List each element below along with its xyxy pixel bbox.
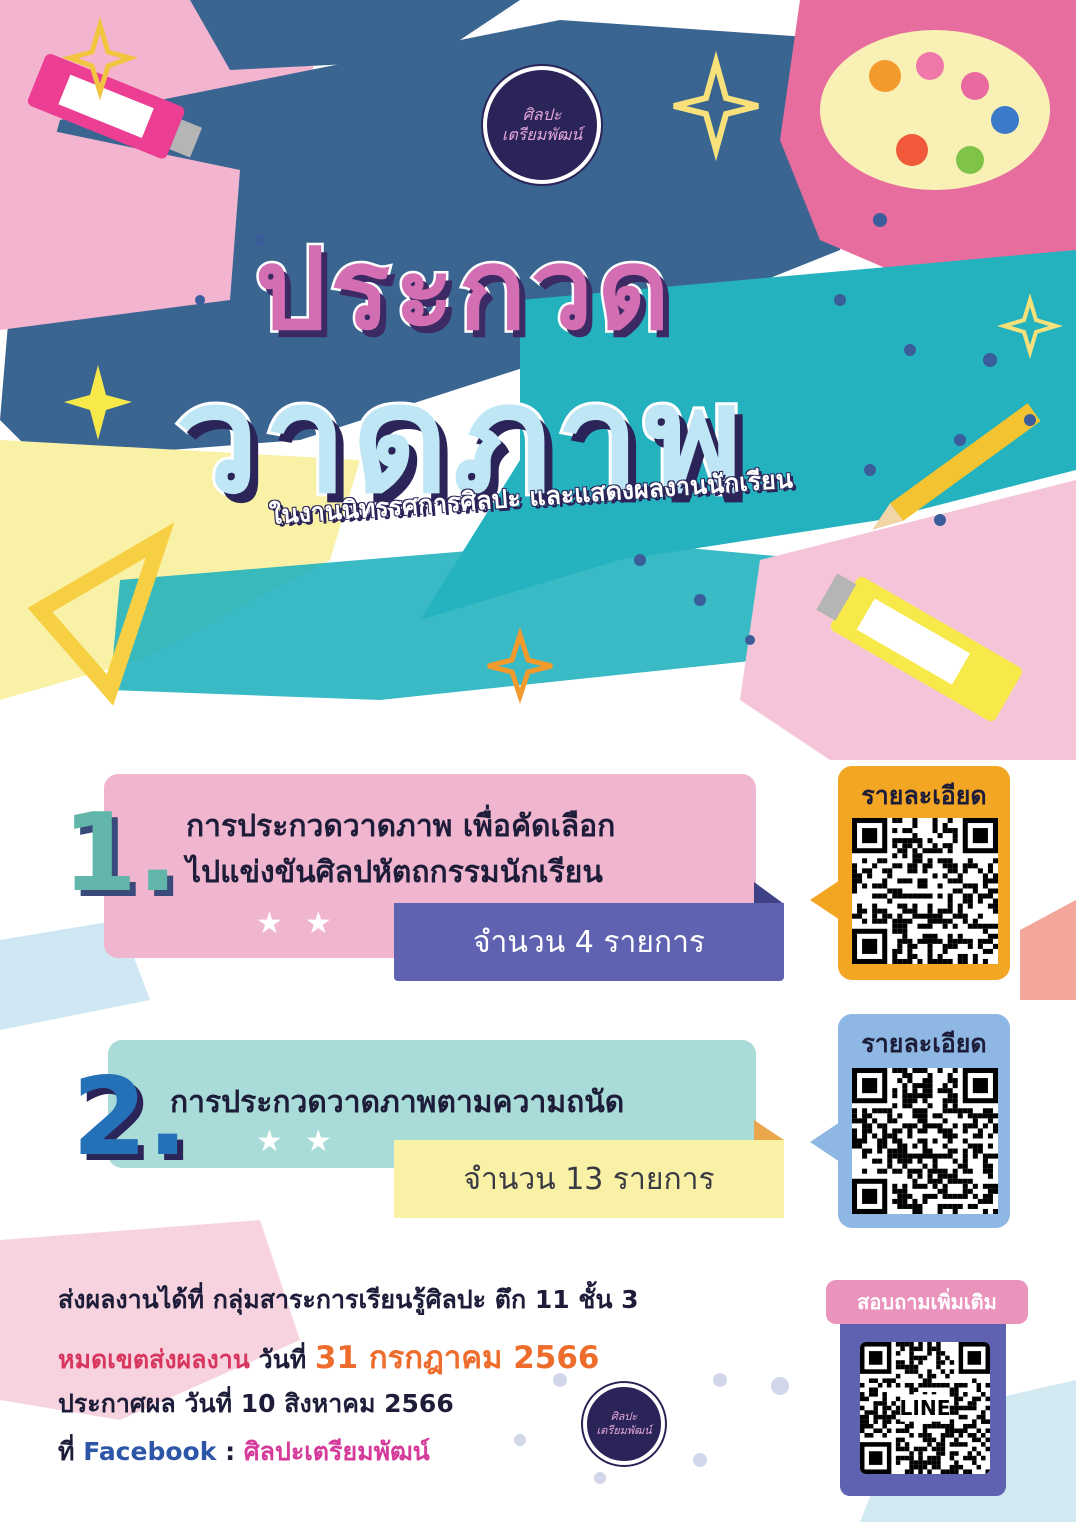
item-2-count-badge: จำนวน 13 รายการ [394,1140,784,1218]
school-art-logo-small: ศิลปะ เตรียมพัฒน์ [583,1383,665,1465]
item-1-qr-pointer [810,880,840,920]
line-contact-label: สอบถามเพิ่มเติม [826,1280,1028,1324]
facebook-label: Facebook [83,1437,217,1466]
item-2-title: การประกวดวาดภาพตามความถนัด [170,1085,625,1120]
announce-line: ประกาศผล วันที่ 10 สิงหาคม 2566 [58,1389,454,1418]
deadline-label: หมดเขตส่งผลงาน [58,1345,250,1374]
line-qr-center-label: LINE [900,1396,951,1420]
item-1-qr-code[interactable] [852,818,998,964]
item-1-title: การประกวดวาดภาพ เพื่อคัดเลือก ไปแข่งขันศ… [186,804,615,896]
deadline-line: หมดเขตส่งผลงาน วันที่ 31 กรกฎาคม 2566 [58,1332,599,1382]
item-1-number: 1. [62,791,179,916]
logo-text-line-1: ศิลปะ [522,105,562,124]
item-2-qr-label: รายละเอียด [861,1029,987,1058]
item-2-ribbon-fold [754,1120,784,1140]
deadline-day-word: วันที่ [258,1345,307,1374]
logo-small-text-line-2: เตรียมพัฒน์ [596,1424,652,1437]
item-1-title-line-1: การประกวดวาดภาพ เพื่อคัดเลือก [186,809,616,844]
item-2-qr-code[interactable] [852,1068,998,1214]
facebook-prefix: ที่ [58,1437,75,1466]
submit-location: ส่งผลงานได้ที่ กลุ่มสาระการเรียนรู้ศิลปะ… [58,1285,639,1314]
item-1-title-line-2: ไปแข่งขันศิลปหัตถกรรมนักเรียน [186,855,603,890]
logo-text-line-2: เตรียมพัฒน์ [501,125,583,144]
logo-small-text-line-1: ศิลปะ [610,1410,638,1423]
line-qr-code[interactable]: LINE [860,1342,990,1474]
item-1-qr-label: รายละเอียด [861,781,987,810]
item-1-ribbon-fold [754,882,784,904]
item-1-count-badge: จำนวน 4 รายการ [394,903,784,981]
item-2-qr-pointer [810,1122,840,1162]
item-1-stars-decoration: ★★ [256,906,354,941]
item-2-stars-decoration: ★★ [256,1124,354,1159]
facebook-page-link[interactable]: ศิลปะเตรียมพัฒน์ [244,1437,430,1466]
deadline-date: 31 กรกฎาคม 2566 [314,1340,600,1376]
facebook-line: ที่ Facebook : ศิลปะเตรียมพัฒน์ [58,1432,430,1472]
facebook-separator: : [225,1437,236,1466]
school-art-logo: ศิลปะ เตรียมพัฒน์ [483,66,601,184]
